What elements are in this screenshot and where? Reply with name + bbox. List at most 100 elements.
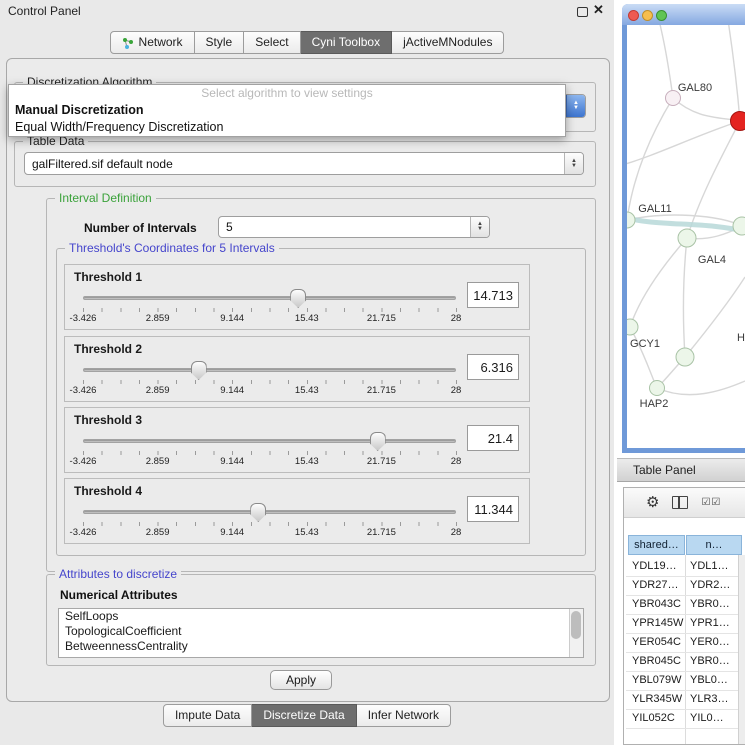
scrollbar-thumb[interactable] [571,611,581,639]
threshold-1-slider[interactable]: -3.426 2.859 9.144 15.43 21.715 28 [83,289,456,325]
network-node[interactable] [627,212,635,228]
cell[interactable]: YDL1… [690,560,729,572]
tab-network[interactable]: Network [110,31,195,54]
cell[interactable]: YLR3… [690,693,729,705]
zoom-traffic-light[interactable] [656,10,667,21]
bottom-tab-bar: Impute Data Discretize Data Infer Networ… [0,704,614,727]
network-node[interactable] [733,217,745,235]
network-window-titlebar[interactable] [622,4,745,25]
threshold-3-box: Threshold 3 -3.426 2.859 9.144 15.43 21.… [64,407,530,473]
number-of-intervals-value: 5 [226,217,467,237]
table-row[interactable]: YER054C YER0… [626,633,738,653]
table-row[interactable]: YDR27… YDR2… [626,576,738,596]
cell[interactable]: YPR145W [632,617,683,629]
slider-thumb[interactable] [250,503,266,522]
network-node[interactable] [650,381,665,396]
gear-icon[interactable]: ⚙ [646,495,659,510]
slider-track[interactable] [83,368,456,372]
threshold-1-value-field[interactable]: 14.713 [467,282,519,308]
table-row[interactable]: YLR345W YLR3… [626,690,738,710]
slider-track[interactable] [83,439,456,443]
cell[interactable]: YDR2… [690,579,730,591]
scale-label: 21.715 [367,456,396,467]
tab-discretize-data[interactable]: Discretize Data [252,704,356,727]
network-canvas[interactable]: GAL80 GAL11 GAL4 GCY1 HAP2 H [627,25,745,448]
tab-jactivemnodules[interactable]: jActiveMNodules [392,31,504,54]
cell[interactable]: YBL079W [632,674,682,686]
cell[interactable]: YBR0… [690,598,730,610]
table-data-combobox[interactable]: galFiltered.sif default node ▲ ▼ [24,152,584,175]
tab-impute-data[interactable]: Impute Data [163,704,252,727]
tab-style[interactable]: Style [195,31,245,54]
node-label: GAL11 [638,203,671,215]
table-row[interactable]: YIL052C YIL0… [626,709,738,729]
table-scrollbar[interactable] [738,555,745,744]
table-panel-header[interactable]: Table Panel [617,458,745,482]
network-node[interactable] [676,348,694,366]
scale-label: 2.859 [146,385,170,396]
combo-stepper-icon[interactable]: ▲ ▼ [564,153,583,174]
slider-thumb[interactable] [191,361,207,380]
columns-icon[interactable] [672,496,688,509]
threshold-2-value-field[interactable]: 6.316 [467,354,519,380]
float-window-icon[interactable] [577,7,588,17]
combo-stepper-icon[interactable]: ▲ ▼ [470,217,489,237]
threshold-3-label: Threshold 3 [74,413,142,427]
tab-cyni-toolbox[interactable]: Cyni Toolbox [301,31,392,54]
list-scrollbar[interactable] [569,609,583,657]
menu-item-manual-discretization[interactable]: Manual Discretization [9,102,565,119]
cell[interactable]: YIL0… [690,712,724,724]
table-row[interactable]: YBR045C YBR0… [626,652,738,672]
scale-label: 28 [451,385,462,396]
network-node[interactable] [627,319,638,335]
cell[interactable]: YER0… [690,636,730,648]
minimize-traffic-light[interactable] [642,10,653,21]
cell[interactable]: YBR045C [632,655,681,667]
network-node-selected[interactable] [731,112,745,131]
scale-label: 21.715 [367,385,396,396]
tab-select[interactable]: Select [244,31,300,54]
threshold-4-slider[interactable]: -3.426 2.859 9.144 15.43 21.715 28 [83,503,456,539]
cell[interactable]: YER054C [632,636,681,648]
column-header-name[interactable]: n… [686,535,742,555]
cell[interactable]: YIL052C [632,712,675,724]
scale-label: 28 [451,527,462,538]
select-columns-icon[interactable]: ☑☑ [701,497,721,508]
slider-thumb[interactable] [290,289,306,308]
slider-track[interactable] [83,510,456,514]
cell[interactable]: YDL19… [632,560,677,572]
cell[interactable]: YPR1… [690,617,730,629]
scale-label: -3.426 [70,527,97,538]
table-row[interactable]: YDL19… YDL1… [626,557,738,577]
threshold-3-value-field[interactable]: 21.4 [467,425,519,451]
table-row[interactable]: YBL079W YBL0… [626,671,738,691]
column-header-shared-name[interactable]: shared… [628,535,685,555]
threshold-3-slider[interactable]: -3.426 2.859 9.144 15.43 21.715 28 [83,432,456,468]
slider-thumb[interactable] [370,432,386,451]
close-traffic-light[interactable] [628,10,639,21]
menu-item-equal-width-frequency[interactable]: Equal Width/Frequency Discretization [9,119,565,136]
network-node[interactable] [678,229,696,247]
cell[interactable]: YDR27… [632,579,678,591]
cell[interactable]: YBR043C [632,598,681,610]
combo-stepper-icon[interactable]: ▲ ▼ [566,95,585,117]
threshold-2-slider[interactable]: -3.426 2.859 9.144 15.43 21.715 28 [83,361,456,397]
scale-label: 15.43 [295,313,319,324]
threshold-4-value-field[interactable]: 11.344 [467,496,519,522]
table-toolbar: ⚙ ☑☑ [624,488,745,518]
scale-label: 21.715 [367,313,396,324]
list-item[interactable]: TopologicalCoefficient [59,624,583,639]
cell[interactable]: YLR345W [632,693,682,705]
apply-button[interactable]: Apply [270,670,332,690]
table-row[interactable]: YPR145W YPR1… [626,614,738,634]
table-row[interactable]: YBR043C YBR0… [626,595,738,615]
tab-infer-network[interactable]: Infer Network [357,704,451,727]
close-icon[interactable]: ✕ [593,2,604,18]
number-of-intervals-combobox[interactable]: 5 ▲ ▼ [218,216,490,238]
slider-track[interactable] [83,296,456,300]
cell[interactable]: YBL0… [690,674,728,686]
list-item[interactable]: BetweennessCentrality [59,639,583,654]
list-item[interactable]: SelfLoops [59,609,583,624]
attributes-list: SelfLoops TopologicalCoefficient Between… [58,608,584,658]
cell[interactable]: YBR0… [690,655,730,667]
